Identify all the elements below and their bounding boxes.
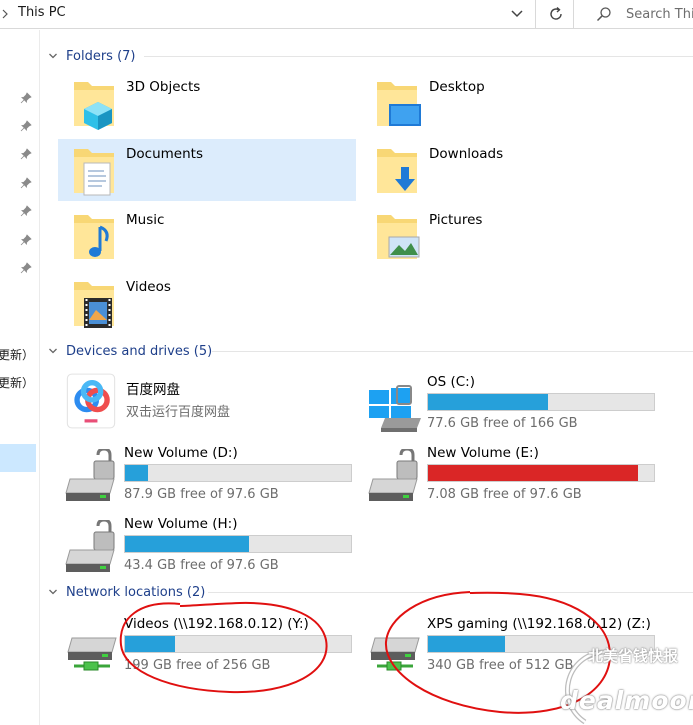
pictures-folder-icon [377,215,420,259]
pin-icon[interactable] [20,177,32,189]
nav-item-this-pc-selected[interactable] [0,444,36,472]
pin-icon[interactable] [20,262,32,274]
app-tile-baidu-netdisk[interactable]: 百度网盘 双击运行百度网盘 [58,368,356,434]
drive-free-space: 7.08 GB free of 97.6 GB [427,487,582,502]
pin-icon[interactable] [20,234,32,246]
locked-drive-icon [65,449,115,501]
pin-icon[interactable] [20,120,32,132]
folder-name: Desktop [429,79,485,95]
folder-tile-desktop[interactable]: Desktop [361,72,659,134]
folder-name: Videos [126,279,171,295]
drive-usage-bar [427,464,655,482]
navigation-pane: 更新） 更新） [0,30,40,725]
3d-objects-folder-icon [74,82,114,130]
drive-usage-bar [124,464,352,482]
drive-free-space: 199 GB free of 256 GB [124,658,271,673]
folder-tile-documents[interactable]: Documents [58,139,356,201]
section-divider [144,56,693,57]
documents-folder-icon [74,149,114,196]
drive-usage-fill [428,465,639,481]
chevron-down-icon [49,589,57,595]
network-drive-icon [67,637,117,671]
drive-usage-bar [124,535,352,553]
folder-name: Pictures [429,212,483,228]
address-history-dropdown-icon[interactable] [508,7,526,21]
folder-name: 3D Objects [126,79,201,95]
drives-section-label: Devices and drives (5) [66,343,213,359]
watermark-chinese-text: 北美省钱快报 [588,647,679,665]
folder-name: Music [126,212,165,228]
network-drive-name: Videos (\\192.168.0.12) (Y:) [124,616,309,632]
music-folder-icon [74,215,114,259]
file-explorer-window: This PC 更新） 更新） Folders (7) 3 [0,0,693,725]
drive-free-space: 87.9 GB free of 97.6 GB [124,487,279,502]
address-bar: This PC [0,0,693,29]
network-drive-tile-y[interactable]: Videos (\\192.168.0.12) (Y:) 199 GB free… [58,612,358,678]
drive-usage-fill [428,394,548,410]
nav-item-partial-label[interactable]: 更新） [0,346,34,363]
drive-tile-c[interactable]: OS (C:) 77.6 GB free of 166 GB [361,370,661,436]
network-drive-name: XPS gaming (\\192.168.0.12) (Z:) [427,616,651,632]
downloads-folder-icon [377,149,417,193]
pin-icon[interactable] [20,92,32,104]
locked-drive-icon [368,449,418,501]
network-section-header[interactable]: Network locations (2) [48,583,205,601]
chevron-down-icon [49,348,57,354]
drive-name: New Volume (D:) [124,445,238,461]
drive-usage-bar [427,393,655,411]
address-path-text: This PC [18,5,66,20]
drive-usage-fill [125,636,175,652]
folder-tile-videos[interactable]: Videos [58,272,356,334]
pin-icon[interactable] [20,205,32,217]
drive-usage-bar [124,635,352,653]
baidu-netdisk-icon [66,373,116,429]
search-icon [596,7,611,22]
address-path-box[interactable]: This PC [0,0,536,29]
breadcrumb-chevron-icon[interactable] [2,9,9,19]
folders-section-label: Folders (7) [66,48,136,64]
drive-name: New Volume (H:) [124,516,238,532]
videos-folder-icon [74,282,114,328]
watermark-brand-text: dealmoon [560,686,693,715]
folder-name: Documents [126,146,203,162]
search-input[interactable] [626,5,693,23]
desktop-folder-icon [377,82,421,126]
folder-tile-downloads[interactable]: Downloads [361,139,659,201]
app-tile-name: 百度网盘 [126,382,180,398]
drive-free-space: 77.6 GB free of 166 GB [427,416,578,431]
folders-section-header[interactable]: Folders (7) [48,47,136,65]
network-section-label: Network locations (2) [66,584,206,600]
section-divider [208,592,693,593]
network-drive-icon [370,637,420,671]
drive-usage-fill [125,465,148,481]
drives-section-header[interactable]: Devices and drives (5) [48,342,212,360]
drive-usage-fill [428,636,505,652]
folder-tile-3d-objects[interactable]: 3D Objects [58,72,356,134]
drive-tile-h[interactable]: New Volume (H:) 43.4 GB free of 97.6 GB [58,512,358,578]
drive-tile-e[interactable]: New Volume (E:) 7.08 GB free of 97.6 GB [361,441,661,507]
drive-free-space: 43.4 GB free of 97.6 GB [124,558,279,573]
folder-name: Downloads [429,146,504,162]
chevron-down-icon [49,53,57,59]
refresh-icon [550,6,562,20]
drive-name: New Volume (E:) [427,445,539,461]
nav-item-partial-label[interactable]: 更新） [0,374,34,391]
app-tile-subtitle: 双击运行百度网盘 [126,405,231,420]
pin-icon[interactable] [20,148,32,160]
locked-drive-icon [65,520,115,572]
windows-drive-icon [369,385,421,432]
drive-usage-fill [125,536,250,552]
search-box[interactable] [586,0,693,29]
drive-name: OS (C:) [427,374,475,390]
refresh-button[interactable] [537,0,574,29]
folder-tile-music[interactable]: Music [58,205,356,267]
folder-tile-pictures[interactable]: Pictures [361,205,659,267]
section-divider [212,351,693,352]
drive-tile-d[interactable]: New Volume (D:) 87.9 GB free of 97.6 GB [58,441,358,507]
